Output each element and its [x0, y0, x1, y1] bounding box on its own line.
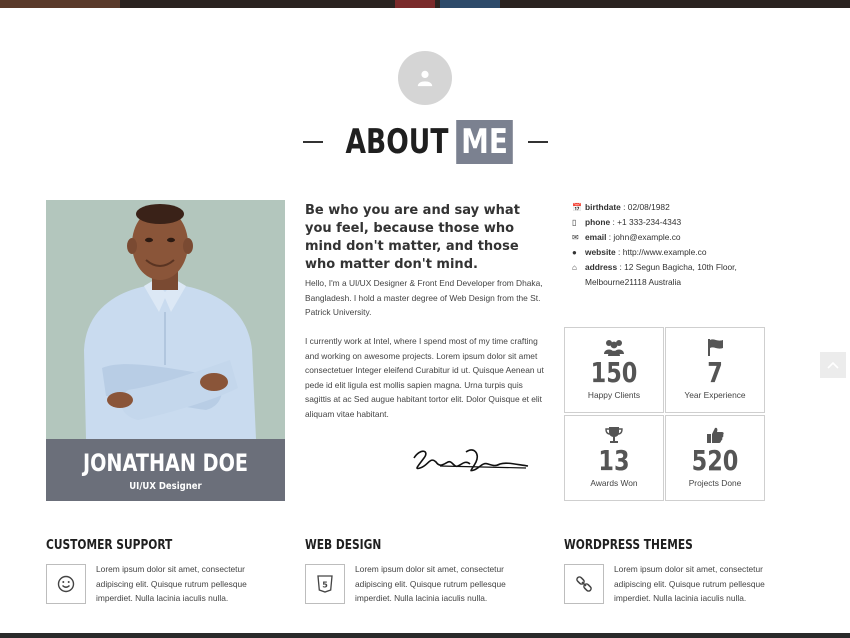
stats-grid: 150 Happy Clients 7 Year Experience 13 A…	[564, 327, 766, 502]
profile-role: UI/UX Designer	[129, 481, 202, 492]
trophy-icon	[565, 426, 663, 444]
flag-icon	[666, 338, 764, 356]
signature-image	[410, 444, 532, 478]
stat-happy-clients: 150 Happy Clients	[564, 327, 664, 413]
stat-awards-won: 13 Awards Won	[564, 415, 664, 501]
contact-value: : 02/08/1982	[620, 202, 670, 212]
service-text: Lorem ipsum dolor sit amet, consectetur …	[96, 564, 247, 604]
bottom-border	[0, 633, 850, 638]
service-customer-support: CUSTOMER SUPPORT Lorem ipsum dolor sit a…	[46, 538, 286, 604]
smile-icon	[46, 564, 86, 604]
heading-about: ABOUT	[345, 122, 448, 162]
globe-icon: ●	[572, 248, 577, 257]
contact-key: phone	[585, 217, 611, 227]
intro-paragraph-1: Hello, I'm a UI/UX Designer & Front End …	[305, 278, 543, 318]
stat-projects-done: 520 Projects Done	[665, 415, 765, 501]
stat-number: 13	[598, 444, 630, 477]
html5-icon: 5	[305, 564, 345, 604]
stat-label: Projects Done	[688, 478, 742, 488]
intro-quote: Be who you are and say what you feel, be…	[305, 203, 520, 272]
calendar-icon: 📅	[572, 203, 582, 212]
home-icon: ⌂	[572, 263, 577, 272]
profile-photo	[46, 200, 285, 439]
stat-year-experience: 7 Year Experience	[665, 327, 765, 413]
intro-paragraph-2: I currently work at Intel, where I spend…	[305, 336, 544, 419]
envelope-icon: ✉	[572, 233, 579, 242]
contact-key: email	[585, 232, 607, 242]
contact-value[interactable]: : john@example.co	[606, 232, 681, 242]
contact-key: website	[585, 247, 616, 257]
contact-list: 📅 birthdate : 02/08/1982 ▯ phone : +1 33…	[572, 200, 772, 290]
contact-key: address	[585, 262, 618, 272]
phone-icon: ▯	[572, 218, 577, 227]
contact-birthdate: 📅 birthdate : 02/08/1982	[572, 200, 772, 215]
stat-number: 520	[691, 444, 739, 477]
contact-key: birthdate	[585, 202, 621, 212]
service-title: WEB DESIGN	[305, 538, 382, 553]
contact-phone: ▯ phone : +1 333-234-4343	[572, 215, 772, 230]
contact-value[interactable]: : http://www.example.co	[616, 247, 706, 257]
service-web-design: WEB DESIGN 5 Lorem ipsum dolor sit amet,…	[305, 538, 545, 604]
contact-address: ⌂ address : 12 Segun Bagicha, 10th Floor…	[572, 260, 772, 290]
stat-number: 7	[707, 356, 723, 389]
user-icon	[398, 51, 452, 105]
scroll-to-top-button[interactable]	[820, 352, 846, 378]
contact-email: ✉ email : john@example.co	[572, 230, 772, 245]
svg-text:5: 5	[322, 581, 328, 590]
stat-label: Year Experience	[684, 390, 746, 400]
service-text: Lorem ipsum dolor sit amet, consectetur …	[355, 564, 506, 604]
service-text: Lorem ipsum dolor sit amet, consectetur …	[614, 564, 765, 604]
profile-name-box: JONATHAN DOE UI/UX Designer	[46, 439, 285, 501]
stat-label: Awards Won	[590, 478, 638, 488]
heading-me: ME	[456, 120, 514, 164]
profile-card: JONATHAN DOE UI/UX Designer	[46, 200, 285, 501]
contact-value: : +1 333-234-4343	[610, 217, 682, 227]
heading-divider-left	[302, 141, 323, 143]
chevron-up-icon	[827, 361, 839, 369]
link-icon	[564, 564, 604, 604]
stat-number: 150	[590, 356, 638, 389]
stat-label: Happy Clients	[587, 390, 641, 400]
service-title: WORDPRESS THEMES	[564, 538, 693, 553]
heading-divider-right	[527, 141, 548, 143]
top-banner-strip	[0, 0, 850, 8]
service-title: CUSTOMER SUPPORT	[46, 538, 173, 553]
service-wordpress-themes: WORDPRESS THEMES Lorem ipsum dolor sit a…	[564, 538, 804, 604]
thumbs-up-icon	[666, 426, 764, 444]
contact-website: ● website : http://www.example.co	[572, 245, 772, 260]
users-icon	[565, 338, 663, 356]
profile-name: JONATHAN DOE	[82, 449, 249, 477]
section-heading: ABOUT ME	[0, 118, 850, 166]
